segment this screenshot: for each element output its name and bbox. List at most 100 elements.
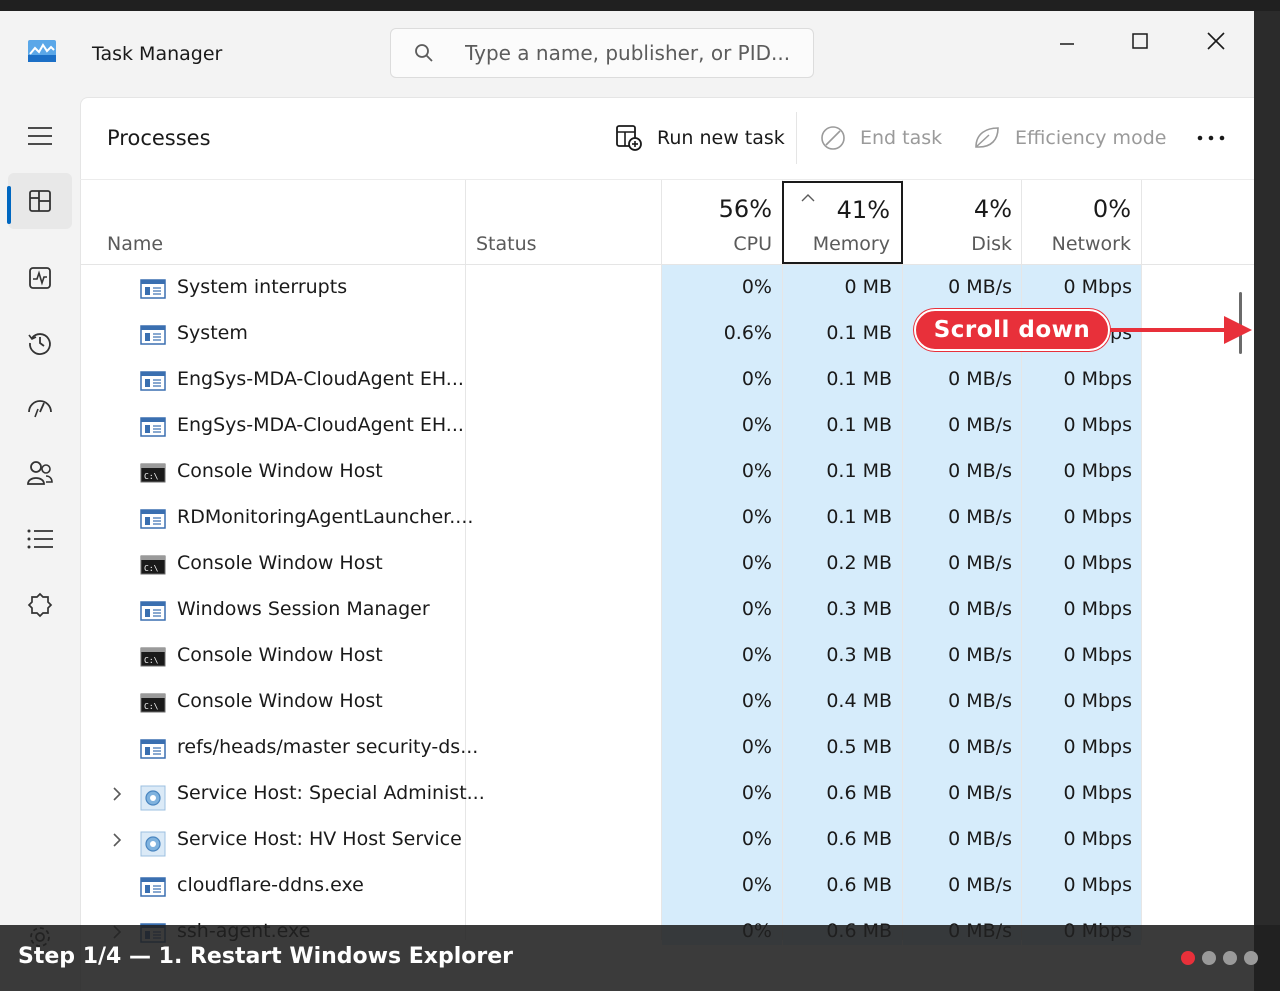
step-dot[interactable]	[1202, 951, 1216, 965]
network-value: 0 Mbps	[1063, 828, 1132, 850]
process-name: System	[177, 322, 248, 344]
table-row[interactable]: EngSys-MDA-CloudAgent EH... 0% 0.1 MB 0 MB/…	[80, 357, 1142, 403]
expand-chevron-icon[interactable]	[110, 831, 124, 849]
nav-performance[interactable]	[8, 250, 72, 306]
disk-value: 0 MB/s	[948, 690, 1012, 712]
app-title: Task Manager	[92, 43, 223, 65]
hamburger-menu-icon	[28, 127, 52, 145]
efficiency-mode-button[interactable]: Efficiency mode	[973, 118, 1166, 158]
cpu-value: 0%	[741, 460, 772, 482]
close-button[interactable]	[1196, 23, 1236, 59]
disk-value: 0 MB/s	[948, 414, 1012, 436]
performance-icon	[29, 267, 51, 289]
disk-value: 0 MB/s	[948, 598, 1012, 620]
nav-services[interactable]	[8, 577, 72, 633]
process-name: EngSys-MDA-CloudAgent EH...	[177, 368, 464, 390]
table-row[interactable]: refs/heads/master security-ds... 0% 0.5 MB…	[80, 725, 1142, 771]
table-row[interactable]: Service Host: HV Host Service 0% 0.6 MB 0 M…	[80, 817, 1142, 863]
gear-service-icon	[140, 785, 166, 811]
minimize-button[interactable]	[1047, 23, 1087, 59]
column-header-network[interactable]: Network	[1021, 233, 1131, 255]
cpu-value: 0%	[741, 690, 772, 712]
cpu-total-percent[interactable]: 56%	[662, 195, 772, 223]
memory-value: 0.1 MB	[826, 460, 892, 482]
memory-value: 0.3 MB	[826, 598, 892, 620]
cpu-value: 0%	[741, 874, 772, 896]
memory-value: 0.5 MB	[826, 736, 892, 758]
network-total-percent[interactable]: 0%	[1021, 195, 1131, 223]
table-row[interactable]: C:\ Console Window Host 0% 0.1 MB 0 MB/s 0 Mb…	[80, 449, 1142, 495]
table-row[interactable]: Windows Session Manager 0% 0.3 MB 0 MB/s 0 M…	[80, 587, 1142, 633]
table-row[interactable]: EngSys-MDA-CloudAgent EH... 0% 0.1 MB 0 MB/…	[80, 403, 1142, 449]
network-value: 0 Mbps	[1063, 414, 1132, 436]
column-header-disk[interactable]: Disk	[902, 233, 1012, 255]
disk-total-percent[interactable]: 4%	[902, 195, 1012, 223]
window-app-icon	[140, 739, 166, 759]
cpu-value: 0%	[741, 782, 772, 804]
process-name: refs/heads/master security-ds...	[177, 736, 479, 758]
nav-active-indicator	[7, 186, 11, 224]
cpu-value: 0%	[741, 414, 772, 436]
table-row[interactable]: System interrupts 0% 0 MB 0 MB/s 0 Mbps	[80, 265, 1142, 311]
end-task-icon	[821, 126, 845, 150]
cpu-value: 0%	[741, 736, 772, 758]
step-dot[interactable]	[1181, 951, 1195, 965]
table-row[interactable]: Service Host: Special Administ... 0% 0.6 M…	[80, 771, 1142, 817]
run-new-task-icon	[616, 125, 642, 151]
memory-value: 0.4 MB	[826, 690, 892, 712]
window-app-icon	[140, 371, 166, 391]
tutorial-step-text: Step 1/4 — 1. Restart Windows Explorer	[18, 944, 513, 969]
column-header-memory[interactable]: Memory	[782, 233, 890, 255]
step-dot[interactable]	[1244, 951, 1258, 965]
column-header-status[interactable]: Status	[476, 233, 537, 255]
memory-total-percent[interactable]: 41%	[782, 196, 890, 224]
table-row[interactable]: C:\ Console Window Host 0% 0.2 MB 0 MB/s 0 Mb…	[80, 541, 1142, 587]
minimize-icon	[1060, 43, 1074, 45]
window-app-icon	[140, 325, 166, 345]
end-task-button[interactable]: End task	[820, 118, 942, 158]
nav-details[interactable]	[8, 511, 72, 567]
table-row[interactable]: C:\ Console Window Host 0% 0.4 MB 0 MB/s 0 Mb…	[80, 679, 1142, 725]
network-value: 0 Mbps	[1063, 276, 1132, 298]
disk-value: 0 MB/s	[948, 368, 1012, 390]
disk-value: 0 MB/s	[948, 460, 1012, 482]
search-box[interactable]	[390, 28, 814, 78]
expand-chevron-icon[interactable]	[110, 785, 124, 803]
process-name: System interrupts	[177, 276, 348, 298]
nav-startup-apps[interactable]	[8, 379, 72, 435]
cpu-value: 0%	[741, 506, 772, 528]
window-app-icon	[140, 279, 166, 299]
svg-text:C:\: C:\	[144, 564, 159, 573]
maximize-icon	[1132, 33, 1148, 49]
network-value: 0 Mbps	[1063, 552, 1132, 574]
network-value: 0 Mbps	[1063, 598, 1132, 620]
table-row[interactable]: cloudflare-ddns.exe 0% 0.6 MB 0 MB/s 0 Mbps	[80, 863, 1142, 909]
process-name: Console Window Host	[177, 644, 383, 666]
cpu-value: 0%	[741, 552, 772, 574]
details-icon	[27, 529, 53, 549]
nav-app-history[interactable]	[8, 315, 72, 371]
search-input[interactable]	[465, 41, 805, 65]
step-dot[interactable]	[1223, 951, 1237, 965]
process-name: RDMonitoringAgentLauncher....	[177, 506, 474, 528]
column-header-cpu[interactable]: CPU	[662, 233, 772, 255]
memory-value: 0.6 MB	[826, 782, 892, 804]
process-name: Service Host: HV Host Service	[177, 828, 462, 850]
table-row[interactable]: RDMonitoringAgentLauncher.... 0% 0.1 MB 0 M…	[80, 495, 1142, 541]
console-icon: C:\	[140, 647, 166, 667]
process-name: Console Window Host	[177, 460, 383, 482]
process-name: Console Window Host	[177, 552, 383, 574]
run-new-task-label: Run new task	[657, 127, 785, 149]
nav-menu-button[interactable]	[8, 108, 72, 164]
processes-icon	[29, 190, 51, 212]
run-new-task-button[interactable]: Run new task	[615, 118, 785, 158]
nav-processes[interactable]	[8, 173, 72, 229]
column-header-name[interactable]: Name	[107, 233, 163, 255]
memory-value: 0.6 MB	[826, 828, 892, 850]
nav-users[interactable]	[8, 445, 72, 501]
table-row[interactable]: C:\ Console Window Host 0% 0.3 MB 0 MB/s 0 Mb…	[80, 633, 1142, 679]
maximize-button[interactable]	[1120, 23, 1160, 59]
memory-value: 0.1 MB	[826, 322, 892, 344]
network-value: 0 Mbps	[1063, 506, 1132, 528]
more-options-button[interactable]	[1196, 118, 1226, 158]
